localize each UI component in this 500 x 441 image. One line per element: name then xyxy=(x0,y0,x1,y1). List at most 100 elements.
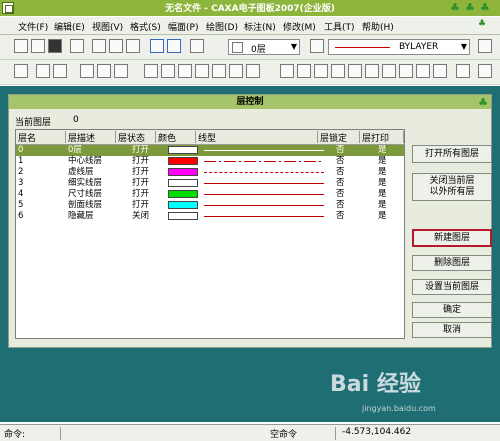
layer-linetype-preview[interactable] xyxy=(204,194,324,195)
layer-combo[interactable]: 0层 ▼ xyxy=(228,39,300,55)
layer-print[interactable]: 是 xyxy=(378,167,387,178)
leader-icon[interactable] xyxy=(348,64,362,78)
datum-icon[interactable] xyxy=(399,64,413,78)
layer-name[interactable]: 6 xyxy=(18,211,23,222)
radius-dim-icon[interactable] xyxy=(314,64,328,78)
color-icon[interactable] xyxy=(478,39,492,53)
layer-print[interactable]: 是 xyxy=(378,211,387,222)
menu-draw[interactable]: 绘图(D) xyxy=(206,20,238,33)
angle-dim-icon[interactable] xyxy=(297,64,311,78)
linetype-combo[interactable]: BYLAYER ▼ xyxy=(328,39,470,55)
menu-help[interactable]: 帮助(H) xyxy=(362,20,394,33)
layer-lock[interactable]: 否 xyxy=(336,167,345,178)
menu-view[interactable]: 视图(V) xyxy=(92,20,123,33)
col-linetype[interactable]: 线型 xyxy=(196,131,318,144)
layer-linetype-preview[interactable] xyxy=(204,216,324,217)
ok-button[interactable]: 确定 xyxy=(412,302,492,318)
layer-color-swatch[interactable] xyxy=(168,201,198,209)
close-other-layers-button[interactable]: 关闭当前层 以外所有层 xyxy=(412,173,492,201)
layer-lock[interactable]: 否 xyxy=(336,200,345,211)
layer-color-swatch[interactable] xyxy=(168,146,198,154)
layer-linetype-preview[interactable] xyxy=(204,172,324,174)
layer-desc[interactable]: 细实线层 xyxy=(68,178,102,189)
layer-color-swatch[interactable] xyxy=(168,168,198,176)
layer-name[interactable]: 5 xyxy=(18,200,23,211)
layer-print[interactable]: 是 xyxy=(378,189,387,200)
layer-lock[interactable]: 否 xyxy=(336,178,345,189)
tools-icon[interactable] xyxy=(478,64,492,78)
layer-color-swatch[interactable] xyxy=(168,179,198,187)
maximize-icon[interactable]: ♣ xyxy=(465,2,475,13)
layer-state[interactable]: 打开 xyxy=(132,156,149,167)
close-icon[interactable]: ♣ xyxy=(480,2,490,13)
col-color[interactable]: 颜色 xyxy=(156,131,196,144)
layer-print[interactable]: 是 xyxy=(378,178,387,189)
spline-tool-icon[interactable] xyxy=(178,64,192,78)
weld-icon[interactable] xyxy=(416,64,430,78)
layer-linetype-preview[interactable] xyxy=(204,183,324,184)
window-zoom-icon[interactable] xyxy=(36,64,50,78)
polyline-tool-icon[interactable] xyxy=(195,64,209,78)
col-lock[interactable]: 层锁定 xyxy=(318,131,360,144)
layer-name[interactable]: 0 xyxy=(18,145,23,156)
layer-print[interactable]: 是 xyxy=(378,145,387,156)
open-all-layers-button[interactable]: 打开所有图层 xyxy=(412,145,492,163)
layer-state[interactable]: 打开 xyxy=(132,189,149,200)
layer-desc[interactable]: 中心线层 xyxy=(68,156,102,167)
layer-desc[interactable]: 尺寸线层 xyxy=(68,189,102,200)
layer-lock[interactable]: 否 xyxy=(336,156,345,167)
layer-linetype-preview[interactable] xyxy=(204,205,324,206)
section-icon[interactable] xyxy=(433,64,447,78)
layer-state[interactable]: 打开 xyxy=(132,167,149,178)
dialog-close-icon[interactable]: ♣ xyxy=(478,96,488,109)
col-name[interactable]: 层名 xyxy=(16,131,66,144)
line-tool-icon[interactable] xyxy=(144,64,158,78)
menu-edit[interactable]: 编辑(E) xyxy=(54,20,85,33)
layer-table[interactable]: 层名 层描述 层状态 颜色 线型 层锁定 层打印 0 0层 打开否是 1 中心线层 打开否… xyxy=(15,129,405,339)
layer-state[interactable]: 打开 xyxy=(132,200,149,211)
print-icon[interactable] xyxy=(70,39,84,53)
linetype-icon[interactable] xyxy=(310,39,324,53)
menu-dimension[interactable]: 标注(N) xyxy=(244,20,276,33)
layer-row[interactable]: 1 中心线层 打开 否 是 xyxy=(16,156,404,167)
layer-state[interactable]: 关闭 xyxy=(132,211,149,222)
cut-icon[interactable] xyxy=(92,39,106,53)
paste-icon[interactable] xyxy=(126,39,140,53)
attribute-icon[interactable] xyxy=(97,64,111,78)
col-state[interactable]: 层状态 xyxy=(116,131,156,144)
menu-format[interactable]: 格式(S) xyxy=(130,20,161,33)
layer-name[interactable]: 2 xyxy=(18,167,23,178)
layer-row[interactable]: 2 虚线层 打开 否 是 xyxy=(16,167,404,178)
new-file-icon[interactable] xyxy=(14,39,28,53)
redo-icon[interactable] xyxy=(167,39,181,53)
layer-color-swatch[interactable] xyxy=(168,190,198,198)
menu-modify[interactable]: 修改(M) xyxy=(283,20,316,33)
menu-sheet[interactable]: 幅面(P) xyxy=(168,20,198,33)
undo-icon[interactable] xyxy=(150,39,164,53)
layer-row[interactable]: 5 剖面线层 打开 否 是 xyxy=(16,200,404,211)
layer-row[interactable]: 6 隐藏层 关闭 否 是 xyxy=(16,211,404,222)
set-current-layer-button[interactable]: 设置当前图层 xyxy=(412,279,492,295)
layer-row[interactable]: 0 0层 打开 否 是 xyxy=(16,145,404,156)
linear-dim-icon[interactable] xyxy=(280,64,294,78)
layer-desc[interactable]: 剖面线层 xyxy=(68,200,102,211)
layer-state[interactable]: 打开 xyxy=(132,178,149,189)
mdi-clover-icon[interactable]: ♣ xyxy=(478,19,486,30)
new-layer-button[interactable]: 新建图层 xyxy=(412,229,492,247)
hatch-tool-icon[interactable] xyxy=(212,64,226,78)
layer-desc[interactable]: 虚线层 xyxy=(68,167,94,178)
col-desc[interactable]: 层描述 xyxy=(66,131,116,144)
layer-color-swatch[interactable] xyxy=(168,157,198,165)
copy-icon[interactable] xyxy=(109,39,123,53)
command-input[interactable] xyxy=(60,427,261,440)
menu-file[interactable]: 文件(F) xyxy=(18,20,48,33)
layer-print[interactable]: 是 xyxy=(378,200,387,211)
trim-tool-icon[interactable] xyxy=(246,64,260,78)
layer-lock[interactable]: 否 xyxy=(336,145,345,156)
roughness-icon[interactable] xyxy=(382,64,396,78)
layer-print[interactable]: 是 xyxy=(378,156,387,167)
layer-row[interactable]: 4 尺寸线层 打开 否 是 xyxy=(16,189,404,200)
col-print[interactable]: 层打印 xyxy=(360,131,404,144)
layer-lock[interactable]: 否 xyxy=(336,211,345,222)
layer-name[interactable]: 4 xyxy=(18,189,23,200)
